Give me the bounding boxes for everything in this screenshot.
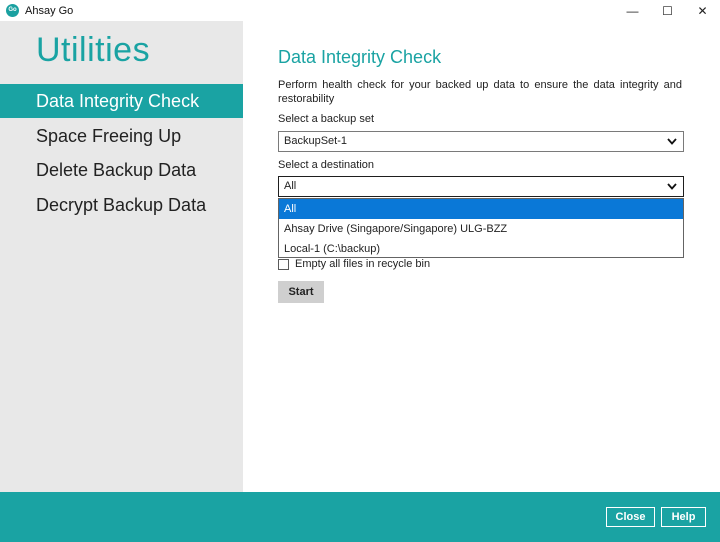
recycle-bin-checkbox[interactable]	[278, 258, 289, 270]
destination-value: All	[284, 180, 297, 192]
window-title: Ahsay Go	[25, 4, 74, 17]
chevron-down-icon	[667, 183, 677, 190]
start-button[interactable]: Start	[278, 281, 324, 303]
page-description: Perform health check for your backed up …	[278, 79, 682, 105]
sidebar-item-decrypt-backup-data[interactable]: Decrypt Backup Data	[0, 188, 243, 222]
sidebar-item-space-freeing-up[interactable]: Space Freeing Up	[0, 119, 243, 153]
page-title: Data Integrity Check	[278, 47, 442, 67]
sidebar-title: Utilities	[36, 31, 151, 69]
maximize-button[interactable]: ☐	[650, 0, 685, 21]
backup-set-select[interactable]: BackupSet-1	[278, 131, 684, 152]
destination-option-ahsay-drive[interactable]: Ahsay Drive (Singapore/Singapore) ULG-BZ…	[279, 219, 683, 239]
backup-set-label: Select a backup set	[278, 113, 375, 125]
recycle-bin-label: Empty all files in recycle bin	[295, 258, 431, 270]
minimize-button[interactable]: —	[615, 0, 650, 21]
footer-bar: Close Help	[0, 492, 720, 542]
sidebar-item-data-integrity-check[interactable]: Data Integrity Check	[0, 84, 243, 118]
destination-label: Select a destination	[278, 159, 375, 171]
destination-dropdown-list: All Ahsay Drive (Singapore/Singapore) UL…	[278, 198, 684, 258]
sidebar-item-delete-backup-data[interactable]: Delete Backup Data	[0, 153, 243, 187]
help-button[interactable]: Help	[661, 507, 706, 527]
close-button[interactable]: Close	[606, 507, 655, 527]
title-bar: Go Ahsay Go — ☐ ✕	[0, 0, 720, 21]
backup-set-value: BackupSet-1	[284, 135, 347, 147]
close-window-button[interactable]: ✕	[685, 0, 720, 21]
destination-option-local-1[interactable]: Local-1 (C:\backup)	[279, 239, 683, 259]
destination-option-all[interactable]: All	[279, 199, 683, 219]
window-controls: — ☐ ✕	[615, 0, 720, 21]
chevron-down-icon	[667, 138, 677, 145]
sidebar: Utilities Data Integrity Check Space Fre…	[0, 21, 243, 492]
recycle-bin-option: Empty all files in recycle bin	[278, 257, 430, 271]
destination-select[interactable]: All	[278, 176, 684, 197]
app-logo-icon: Go	[6, 4, 19, 17]
